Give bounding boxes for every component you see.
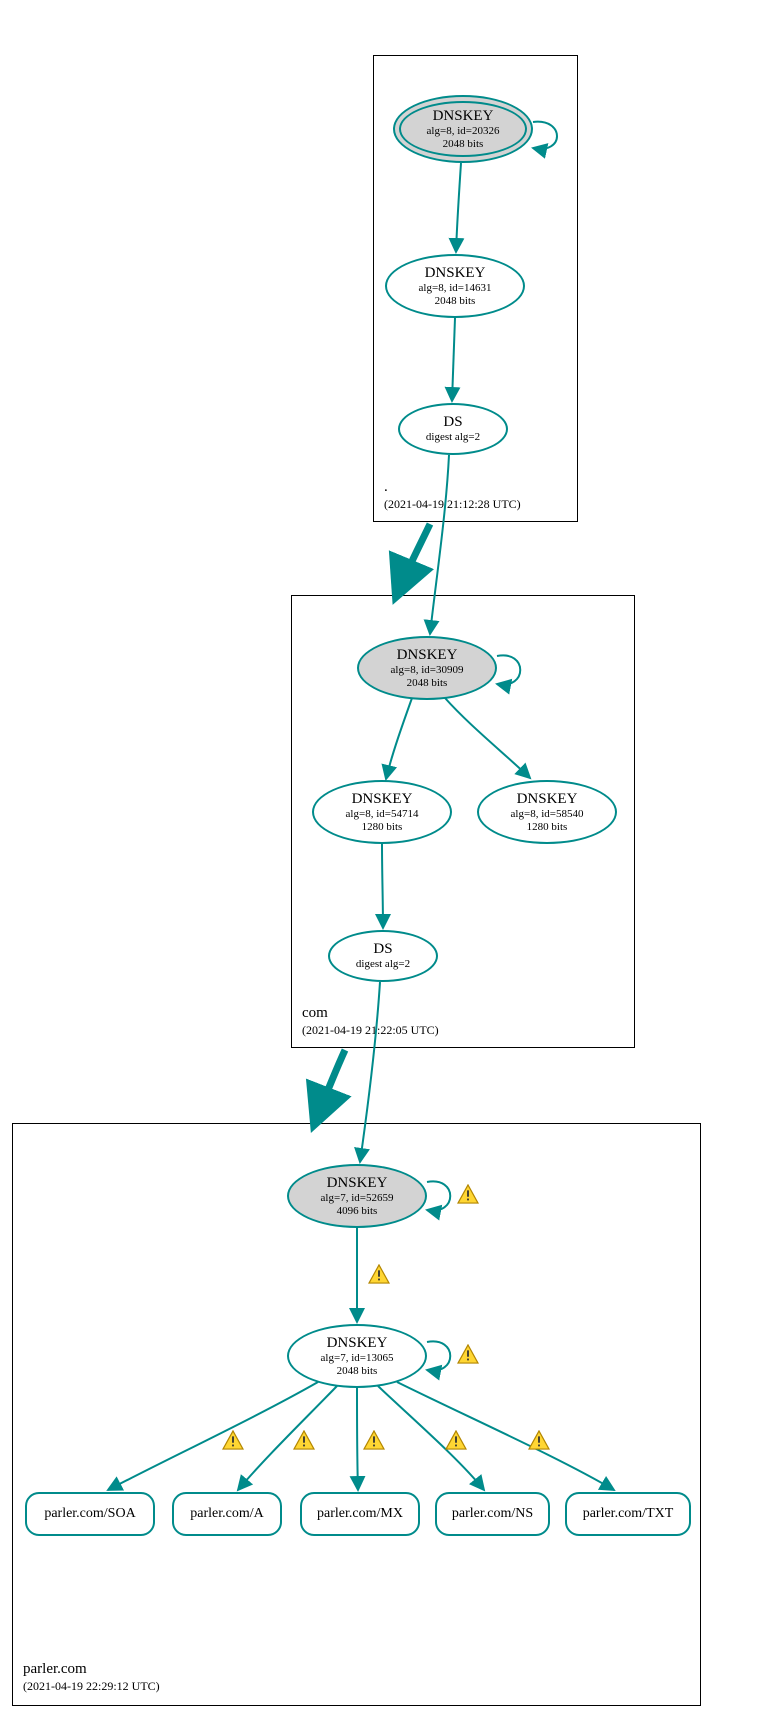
rr-mx: parler.com/MX <box>300 1492 420 1536</box>
zone-parler-label: parler.com (2021-04-19 22:29:12 UTC) <box>23 1660 160 1695</box>
rr-txt: parler.com/TXT <box>565 1492 691 1536</box>
node-root-ksk: DNSKEY alg=8, id=20326 2048 bits <box>393 95 533 163</box>
rr-soa: parler.com/SOA <box>25 1492 155 1536</box>
rr-label: parler.com/NS <box>452 1506 533 1522</box>
warning-icon <box>445 1430 467 1450</box>
node-line1: alg=7, id=52659 <box>321 1192 394 1205</box>
rr-label: parler.com/TXT <box>583 1506 674 1522</box>
node-root-ds: DS digest alg=2 <box>398 403 508 455</box>
node-line1: alg=8, id=20326 <box>427 125 500 138</box>
zone-root-name: . <box>384 478 521 498</box>
node-title: DS <box>373 941 392 958</box>
node-line2: 1280 bits <box>362 821 403 834</box>
node-title: DS <box>443 414 462 431</box>
node-line1: alg=8, id=54714 <box>346 808 419 821</box>
warning-icon <box>363 1430 385 1450</box>
node-root-zsk: DNSKEY alg=8, id=14631 2048 bits <box>385 254 525 318</box>
rr-label: parler.com/A <box>190 1506 263 1522</box>
warning-icon <box>222 1430 244 1450</box>
node-line2: 4096 bits <box>337 1205 378 1218</box>
node-parler-zsk: DNSKEY alg=7, id=13065 2048 bits <box>287 1324 427 1388</box>
node-line1: alg=8, id=14631 <box>419 282 492 295</box>
zone-root-label: . (2021-04-19 21:12:28 UTC) <box>384 478 521 513</box>
zone-com-ts: (2021-04-19 21:22:05 UTC) <box>302 1023 439 1039</box>
zone-com-name: com <box>302 1004 439 1024</box>
rr-a: parler.com/A <box>172 1492 282 1536</box>
rr-label: parler.com/MX <box>317 1506 403 1522</box>
node-title: DNSKEY <box>327 1335 388 1352</box>
node-title: DNSKEY <box>327 1175 388 1192</box>
node-title: DNSKEY <box>352 791 413 808</box>
node-line2: 2048 bits <box>407 677 448 690</box>
warning-icon <box>457 1184 479 1204</box>
node-line1: digest alg=2 <box>426 431 480 444</box>
zone-root-ts: (2021-04-19 21:12:28 UTC) <box>384 497 521 513</box>
warning-icon <box>528 1430 550 1450</box>
node-title: DNSKEY <box>517 791 578 808</box>
warning-icon <box>457 1344 479 1364</box>
node-line1: alg=8, id=58540 <box>511 808 584 821</box>
node-com-zsk2: DNSKEY alg=8, id=58540 1280 bits <box>477 780 617 844</box>
node-line2: 2048 bits <box>435 295 476 308</box>
warning-icon <box>293 1430 315 1450</box>
rr-label: parler.com/SOA <box>44 1506 135 1522</box>
zone-parler-ts: (2021-04-19 22:29:12 UTC) <box>23 1679 160 1695</box>
node-com-zsk1: DNSKEY alg=8, id=54714 1280 bits <box>312 780 452 844</box>
node-line1: alg=7, id=13065 <box>321 1352 394 1365</box>
node-title: DNSKEY <box>397 647 458 664</box>
node-line1: alg=8, id=30909 <box>391 664 464 677</box>
node-com-ksk: DNSKEY alg=8, id=30909 2048 bits <box>357 636 497 700</box>
rr-ns: parler.com/NS <box>435 1492 550 1536</box>
node-title: DNSKEY <box>433 108 494 125</box>
node-parler-ksk: DNSKEY alg=7, id=52659 4096 bits <box>287 1164 427 1228</box>
node-title: DNSKEY <box>425 265 486 282</box>
zone-com-label: com (2021-04-19 21:22:05 UTC) <box>302 1004 439 1039</box>
node-line2: 1280 bits <box>527 821 568 834</box>
zone-parler-name: parler.com <box>23 1660 160 1680</box>
warning-icon <box>368 1264 390 1284</box>
node-line2: 2048 bits <box>337 1365 378 1378</box>
node-line1: digest alg=2 <box>356 958 410 971</box>
node-com-ds: DS digest alg=2 <box>328 930 438 982</box>
node-line2: 2048 bits <box>443 138 484 151</box>
